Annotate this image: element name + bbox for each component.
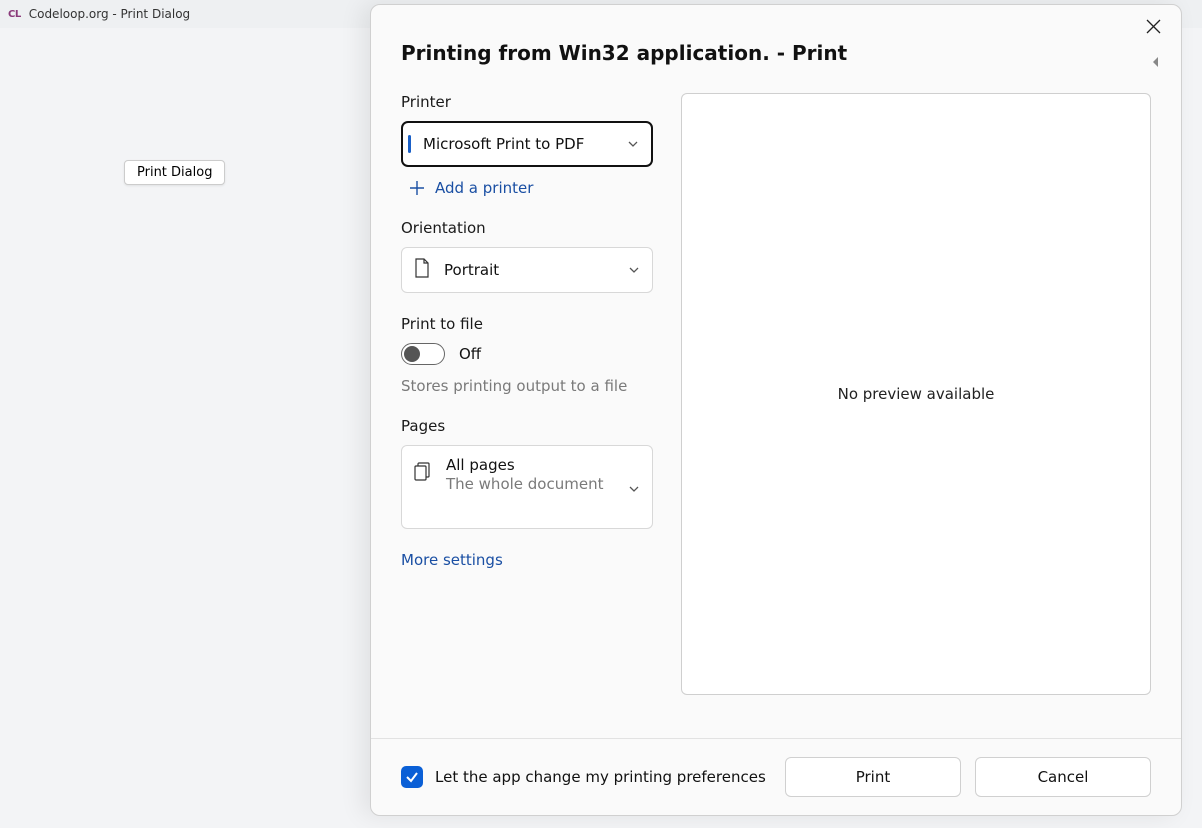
- preview-message: No preview available: [838, 385, 995, 403]
- dialog-footer: Let the app change my printing preferenc…: [371, 738, 1181, 815]
- pages-icon: [414, 462, 432, 486]
- pages-primary: All pages: [446, 456, 603, 474]
- pages-label: Pages: [401, 417, 653, 435]
- plus-icon: [409, 180, 425, 196]
- orientation-selected-value: Portrait: [444, 261, 499, 279]
- close-icon: [1146, 19, 1161, 34]
- print-dialog: Printing from Win32 application. - Print…: [370, 4, 1182, 816]
- add-printer-link[interactable]: Add a printer: [401, 177, 653, 197]
- print-to-file-label: Print to file: [401, 315, 653, 333]
- preview-pane: No preview available: [681, 93, 1151, 695]
- preferences-checkbox[interactable]: [401, 766, 423, 788]
- check-icon: [405, 770, 419, 784]
- orientation-label: Orientation: [401, 219, 653, 237]
- print-to-file-toggle[interactable]: [401, 343, 445, 365]
- pages-select[interactable]: All pages The whole document: [401, 445, 653, 529]
- orientation-section: Orientation Portrait: [401, 219, 653, 293]
- app-title: Codeloop.org - Print Dialog: [29, 7, 190, 21]
- printer-select[interactable]: Microsoft Print to PDF: [401, 121, 653, 167]
- chevron-down-icon: [628, 480, 640, 499]
- preferences-label: Let the app change my printing preferenc…: [435, 768, 766, 786]
- settings-panel: Printer Microsoft Print to PDF Add a pri…: [401, 93, 653, 738]
- portrait-icon: [414, 258, 430, 282]
- app-logo: CL: [8, 9, 21, 20]
- preview-nav: [1151, 53, 1202, 72]
- print-to-file-section: Print to file Off Stores printing output…: [401, 315, 653, 395]
- orientation-select[interactable]: Portrait: [401, 247, 653, 293]
- add-printer-text: Add a printer: [435, 179, 533, 197]
- cancel-button[interactable]: Cancel: [975, 757, 1151, 797]
- print-to-file-value: Off: [459, 345, 481, 363]
- pages-secondary: The whole document: [446, 474, 603, 494]
- close-button[interactable]: [1146, 19, 1161, 34]
- chevron-down-icon: [628, 261, 640, 280]
- printer-selected-value: Microsoft Print to PDF: [423, 135, 584, 153]
- pages-section: Pages All pages The whole document: [401, 417, 653, 529]
- printer-label: Printer: [401, 93, 653, 111]
- print-dialog-button[interactable]: Print Dialog: [124, 160, 225, 185]
- chevron-down-icon: [627, 135, 639, 154]
- print-button[interactable]: Print: [785, 757, 961, 797]
- prev-page-icon: [1151, 53, 1161, 72]
- printer-section: Printer Microsoft Print to PDF Add a pri…: [401, 93, 653, 197]
- dialog-title: Printing from Win32 application. - Print: [401, 41, 847, 65]
- print-to-file-hint: Stores printing output to a file: [401, 377, 653, 395]
- more-settings-link[interactable]: More settings: [401, 551, 653, 569]
